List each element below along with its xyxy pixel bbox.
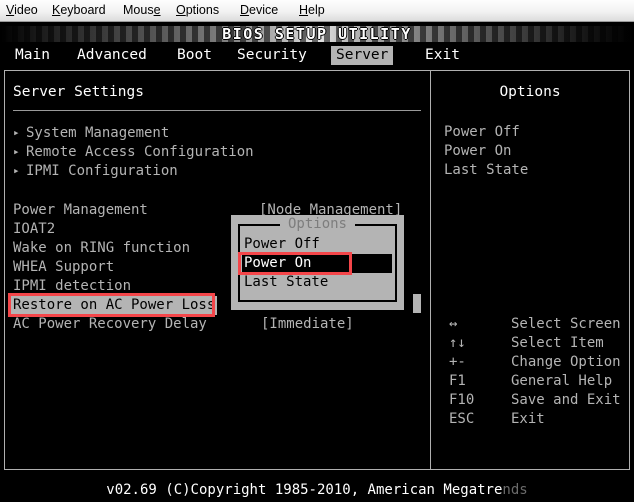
key-hint-label: Change Option: [511, 354, 621, 370]
bios-title: BIOS SETUP UTILITY: [222, 25, 412, 43]
host-menu-bar: Video Keyboard Mouse Options Device Help: [0, 0, 634, 22]
key-hint-label: Exit: [511, 411, 545, 427]
popup-option-power-off[interactable]: Power Off: [244, 235, 320, 254]
key-hint-label: Select Screen: [511, 316, 621, 332]
os-menu-options[interactable]: Options: [176, 3, 219, 17]
popup-option-last-state[interactable]: Last State: [244, 273, 328, 292]
os-menu-keyboard[interactable]: Keyboard: [52, 3, 106, 17]
options-popup-dialog: Options Power Off Power On Last State: [231, 215, 404, 310]
menu-item-label: System Management: [26, 125, 170, 141]
option-value-last-state: Last State: [444, 162, 529, 178]
setting-ac-power-recovery-delay-value[interactable]: [Immediate]: [261, 315, 354, 334]
chevron-right-icon: ▸: [13, 126, 20, 139]
tab-security[interactable]: Security: [232, 46, 312, 65]
plus-minus-icon: +-: [449, 354, 466, 370]
menu-item-label: IPMI Configuration: [26, 163, 178, 179]
option-value-power-on: Power On: [444, 143, 512, 159]
menu-item-remote-access-configuration[interactable]: ▸ Remote Access Configuration: [13, 142, 254, 161]
panel-title: Server Settings: [13, 84, 144, 100]
setting-power-management[interactable]: Power Management: [13, 201, 148, 220]
f1-key-label: F1: [449, 373, 466, 389]
bios-title-strip: BIOS SETUP UTILITY: [0, 23, 634, 45]
options-help-panel: Options Power Off Power On Last State ↔ …: [431, 71, 629, 469]
up-down-arrow-icon: ↑↓: [449, 335, 466, 351]
popup-option-power-on[interactable]: Power On: [242, 254, 392, 273]
menu-item-label: Remote Access Configuration: [26, 144, 254, 160]
bios-tab-bar: Main Advanced Boot Security Server Exit: [0, 45, 634, 68]
bios-version-text: v02.69 (C)Copyright 1985-2010, American …: [106, 482, 503, 498]
setting-whea-support[interactable]: WHEA Support: [13, 258, 114, 277]
option-value-power-off: Power Off: [444, 124, 520, 140]
setting-ipmi-detection[interactable]: IPMI detection: [13, 277, 131, 296]
tab-server[interactable]: Server: [331, 46, 394, 65]
f10-key-label: F10: [449, 392, 475, 408]
setting-ioat2[interactable]: IOAT2: [13, 220, 55, 239]
setting-restore-on-ac-power-loss[interactable]: Restore on AC Power Loss: [11, 296, 218, 315]
os-menu-mouse[interactable]: Mouse: [123, 3, 161, 17]
setting-ac-power-recovery-delay[interactable]: AC Power Recovery Delay: [13, 315, 207, 334]
os-menu-video[interactable]: Video: [6, 3, 38, 17]
left-right-arrow-icon: ↔: [449, 316, 458, 332]
options-panel-title: Options: [499, 84, 561, 100]
bios-setup-screen: Video Keyboard Mouse Options Device Help…: [0, 0, 634, 502]
tab-boot[interactable]: Boot: [172, 46, 217, 65]
menu-item-ipmi-configuration[interactable]: ▸ IPMI Configuration: [13, 161, 178, 180]
tab-main[interactable]: Main: [10, 46, 55, 65]
os-menu-help[interactable]: Help: [299, 3, 325, 17]
key-hint-label: General Help: [511, 373, 613, 389]
key-hint-label: Save and Exit: [511, 392, 621, 408]
scrollbar-thumb[interactable]: [413, 294, 421, 313]
menu-item-system-management[interactable]: ▸ System Management: [13, 123, 169, 142]
panel-title-rule: [13, 110, 421, 111]
setting-wake-on-ring-function[interactable]: Wake on RING function: [13, 239, 190, 258]
bios-version-text-clipped: nds: [502, 482, 528, 498]
key-hint-label: Select Item: [511, 335, 604, 351]
tab-exit[interactable]: Exit: [420, 46, 465, 65]
bios-version-footer: v02.69 (C)Copyright 1985-2010, American …: [0, 478, 634, 502]
esc-key-label: ESC: [449, 411, 475, 427]
os-menu-device[interactable]: Device: [240, 3, 278, 17]
chevron-right-icon: ▸: [13, 164, 20, 177]
tab-advanced[interactable]: Advanced: [72, 46, 152, 65]
chevron-right-icon: ▸: [13, 145, 20, 158]
popup-title: Options: [231, 216, 404, 232]
